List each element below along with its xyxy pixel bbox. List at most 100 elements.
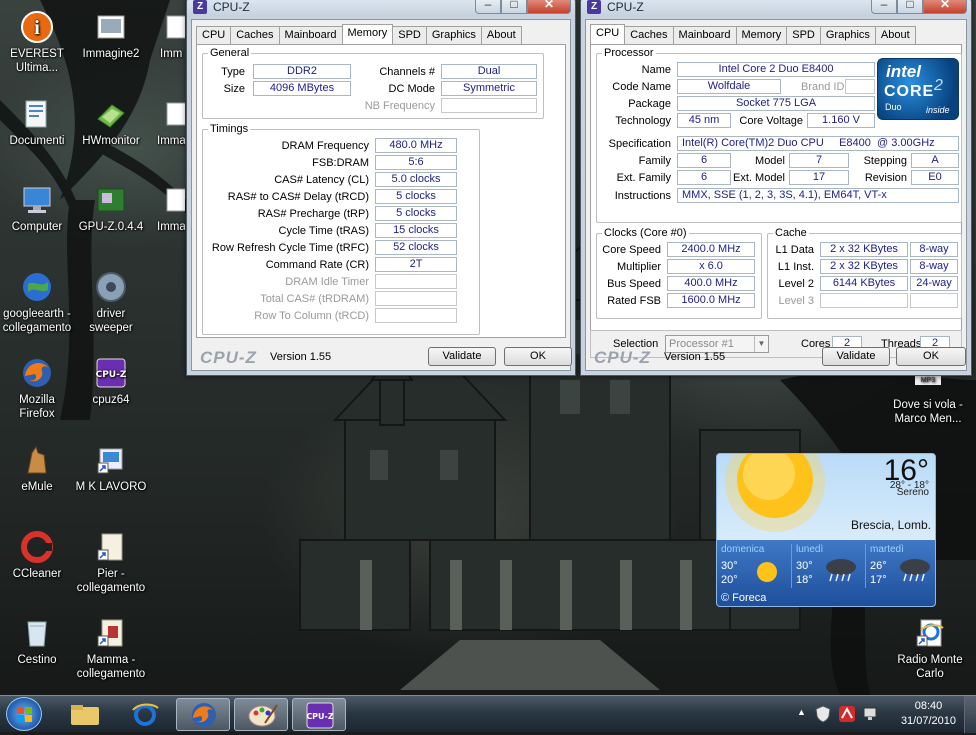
cpuz-z-icon: Z [193, 0, 207, 14]
size-label: Size [223, 83, 245, 95]
paint-palette-icon [248, 704, 278, 727]
brandid-label: Brand ID [801, 81, 845, 93]
desktop-icon-radio-monte-carlo[interactable]: Radio Monte Carlo [886, 616, 974, 681]
desktop-icon-label: M K LAVORO [75, 481, 147, 493]
forecast-low: 20° [721, 574, 738, 586]
desktop-icon-label: eMule [21, 481, 53, 493]
desktop-icon-label: EVEREST Ultima... [10, 48, 64, 74]
maximize-button[interactable]: □ [897, 0, 923, 14]
tab-spd[interactable]: SPD [392, 26, 427, 44]
tab-caches[interactable]: Caches [624, 26, 674, 44]
antivirus-icon[interactable] [838, 705, 856, 723]
taskbar-internet-explorer[interactable] [118, 698, 172, 731]
tab-cpu[interactable]: CPU [590, 24, 626, 44]
taskbar-explorer[interactable] [58, 698, 112, 731]
timing-value: 2T [375, 257, 457, 272]
maximize-button[interactable]: □ [501, 0, 527, 14]
windows-logo-icon [17, 707, 32, 722]
forecast-day-1: domenica 30° 20° [719, 544, 789, 588]
memory-panel: General Type DDR2 Size 4096 MBytes Chann… [196, 44, 566, 338]
start-button[interactable] [6, 697, 42, 731]
svg-text:CPU-Z: CPU-Z [96, 370, 127, 380]
forecast-day-label: martedì [870, 544, 904, 555]
tab-mainboard[interactable]: Mainboard [278, 26, 343, 44]
tab-memory[interactable]: Memory [341, 24, 394, 44]
forecast-day-3: martedì 26° 17° [865, 544, 935, 588]
timing-value [375, 274, 457, 289]
desktop-icon-driver-sweeper[interactable]: driver sweeper [67, 270, 155, 335]
taskbar-firefox[interactable] [176, 698, 230, 731]
timing-label: Row To Column (tRCD) [254, 310, 369, 322]
weather-gadget[interactable]: 16° 28° - 18° Sereno Brescia, Lomb. dome… [716, 453, 936, 607]
desktop-icon-label: Dove si vola - Marco Men... [893, 399, 963, 425]
tab-graphics[interactable]: Graphics [819, 26, 876, 44]
extmodel-value: 17 [789, 170, 849, 185]
tab-about[interactable]: About [480, 26, 522, 44]
window-titlebar[interactable]: Z CPU-Z – □ ✕ [187, 0, 575, 17]
foreca-credit[interactable]: © Foreca [721, 592, 766, 604]
close-button[interactable]: ✕ [527, 0, 571, 14]
name-label: Name [641, 64, 671, 76]
family-label: Family [638, 155, 671, 167]
desktop-icon-label: Imma [157, 221, 185, 233]
tab-graphics[interactable]: Graphics [425, 26, 482, 44]
ok-button[interactable]: OK [504, 347, 572, 366]
window-titlebar[interactable]: Z CPU-Z – □ ✕ [581, 0, 971, 17]
show-hidden-icons-arrow[interactable]: ▲ [797, 707, 806, 717]
taskbar: CPU-Z ▲ 08:40 31/07/2010 [0, 695, 976, 733]
desktop-icon-imma-2[interactable]: Imma [141, 183, 185, 234]
nbfreq-value [441, 98, 537, 113]
show-desktop-button[interactable] [964, 696, 976, 733]
dcmode-label: DC Mode [388, 83, 435, 95]
technology-label: Technology [615, 115, 671, 127]
window-footer: CPU-Z Version 1.55 Validate OK [586, 344, 966, 370]
desktop-icon-pier[interactable]: Pier - collegamento [67, 530, 155, 595]
desktop-icon-label: Immagine2 [82, 48, 140, 60]
storm-icon [826, 559, 856, 582]
cpuz-memory-window[interactable]: Z CPU-Z – □ ✕ CPU Caches Mainboard Memor… [186, 0, 576, 376]
desktop-icon-imma-1[interactable]: Imma [141, 97, 185, 148]
system-clock[interactable]: 08:40 31/07/2010 [901, 699, 956, 729]
timing-label: Total CAS# (tRDRAM) [260, 293, 369, 305]
tab-cpu[interactable]: CPU [196, 26, 232, 44]
tab-about[interactable]: About [874, 26, 916, 44]
security-shield-icon[interactable] [815, 705, 831, 723]
desktop-icon-label: Pier - collegamento [76, 568, 146, 594]
intel-duo: Duo [885, 102, 902, 112]
taskbar-paint[interactable] [234, 698, 288, 731]
codename-label: Code Name [612, 81, 671, 93]
network-icon[interactable] [862, 705, 880, 723]
desktop-icon-mamma[interactable]: Mamma - collegamento [67, 616, 155, 681]
desktop-icon-cpuz64[interactable]: CPU-Z cpuz64 [67, 356, 155, 407]
desktop-icon-imm[interactable]: Imm [141, 10, 185, 61]
shortcut-icon [97, 448, 123, 474]
forecast-day-2: lunedì 30° 18° [791, 544, 861, 588]
forecast-low: 17° [870, 574, 887, 586]
close-button[interactable]: ✕ [923, 0, 967, 14]
corespeed-value: 2400.0 MHz [667, 242, 755, 257]
group-label: General [208, 47, 252, 59]
taskbar-cpuz[interactable]: CPU-Z [292, 698, 346, 731]
ok-button[interactable]: OK [896, 347, 966, 366]
forecast-day-label: lunedì [796, 544, 824, 555]
minimize-button[interactable]: – [475, 0, 501, 14]
everest-icon: i [21, 11, 53, 43]
mp3-badge: MP3 [915, 376, 941, 385]
cache-size-value: 6144 KBytes [820, 276, 908, 291]
tab-mainboard[interactable]: Mainboard [672, 26, 737, 44]
name-value: Intel Core 2 Duo E8400 [677, 62, 875, 77]
spec-label: Specification [608, 138, 671, 150]
desktop-wallpaper: i EVEREST Ultima... Immagine2 Imm Docume… [0, 0, 976, 695]
desktop-icon-dove-si-vola[interactable]: MP3 Dove si vola - Marco Men... [884, 376, 972, 426]
cpuz-cpu-window[interactable]: Z CPU-Z – □ ✕ CPU Caches Mainboard Memor… [580, 0, 972, 376]
tab-caches[interactable]: Caches [230, 26, 280, 44]
validate-button[interactable]: Validate [428, 347, 496, 366]
desktop-icon-label: Imm [160, 48, 183, 60]
tab-spd[interactable]: SPD [786, 26, 821, 44]
timing-value: 52 clocks [375, 240, 457, 255]
validate-button[interactable]: Validate [822, 347, 890, 366]
desktop-icon-mk-lavoro[interactable]: M K LAVORO [67, 443, 155, 494]
desktop-icon-label: Cestino [17, 654, 57, 666]
tab-memory[interactable]: Memory [735, 26, 788, 44]
minimize-button[interactable]: – [871, 0, 897, 14]
